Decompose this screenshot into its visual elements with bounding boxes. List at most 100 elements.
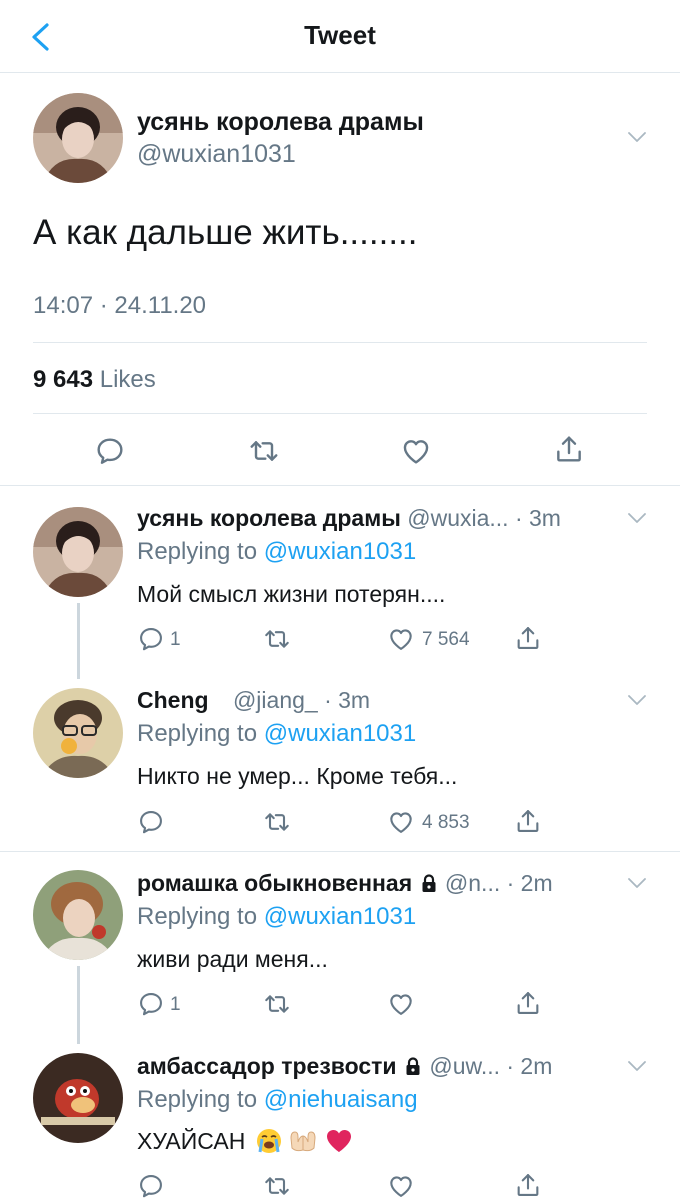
replying-to-link[interactable]: @wuxian1031 — [264, 538, 416, 565]
share-button[interactable] — [553, 432, 585, 466]
replying-to-link[interactable]: @wuxian1031 — [264, 720, 416, 747]
avatar[interactable] — [33, 1053, 123, 1143]
replying-to-link[interactable]: @niehuaisang — [264, 1086, 418, 1113]
share-icon — [514, 988, 542, 1018]
tweet-menu-button[interactable] — [625, 1054, 649, 1078]
like-button[interactable] — [400, 435, 432, 467]
reply-text-content: ХУАЙСАН — [137, 1128, 246, 1154]
main-tweet-divider — [0, 485, 680, 486]
replying-to: Replying to @wuxian1031 — [137, 903, 416, 931]
reply-count: 1 — [170, 994, 181, 1015]
reply-text: Мой смысл жизни потерян.... — [137, 581, 446, 607]
retweet-icon — [262, 1172, 292, 1200]
reply-button[interactable] — [137, 808, 165, 836]
reply-header[interactable]: амбассадор трезвости @uw... · 2m — [137, 1053, 552, 1082]
share-icon — [514, 806, 542, 836]
tweet-menu-button[interactable] — [625, 871, 649, 895]
share-button[interactable] — [514, 623, 542, 653]
share-button[interactable] — [514, 1170, 542, 1200]
thread-line — [77, 603, 80, 679]
replying-label: Replying to — [137, 1086, 258, 1113]
stats-divider-bottom — [33, 413, 647, 414]
replying-to: Replying to @niehuaisang — [137, 1086, 418, 1114]
reply-author-name: Cheng — [137, 687, 209, 713]
share-icon — [514, 1170, 542, 1200]
heart-icon — [387, 625, 415, 653]
heart-icon — [387, 1172, 415, 1200]
retweet-icon — [262, 808, 292, 836]
likes-count: 9 643 — [33, 366, 94, 393]
replying-to-link[interactable]: @wuxian1031 — [264, 903, 416, 930]
like-button[interactable] — [387, 808, 415, 836]
reply-text: Никто не умер... Кроме тебя... — [137, 763, 458, 789]
avatar[interactable] — [33, 688, 123, 778]
reply-icon — [137, 990, 165, 1018]
chevron-down-icon — [625, 506, 649, 530]
tweet-timestamp: 14:07 · 24.11.20 — [33, 292, 207, 319]
like-button[interactable] — [387, 990, 415, 1018]
heart-icon — [387, 808, 415, 836]
retweet-button[interactable] — [262, 808, 292, 836]
avatar[interactable] — [33, 507, 123, 597]
replying-to: Replying to @wuxian1031 — [137, 720, 416, 748]
lock-icon — [419, 872, 439, 899]
chevron-down-icon — [625, 1054, 649, 1078]
tweet-menu-button[interactable] — [625, 506, 649, 530]
reply-author-name: усянь королева драмы — [137, 505, 401, 531]
retweet-button[interactable] — [262, 625, 292, 653]
author-handle[interactable]: @wuxian1031 — [137, 140, 296, 169]
retweet-icon — [262, 625, 292, 653]
retweet-button[interactable] — [262, 1172, 292, 1200]
avatar-photo — [33, 1053, 123, 1143]
reply-button[interactable] — [137, 990, 165, 1018]
reply-count: 1 — [170, 629, 181, 650]
likes-stat[interactable]: 9 643 Likes — [33, 366, 156, 394]
avatar[interactable] — [33, 93, 123, 183]
share-icon — [553, 432, 585, 466]
retweet-icon — [247, 435, 281, 467]
tweet-menu-button[interactable] — [625, 688, 649, 712]
reply-header[interactable]: Cheng @jiang_ · 3m — [137, 687, 370, 714]
tweet-menu-button[interactable] — [625, 125, 649, 149]
thread-line — [77, 966, 80, 1044]
replying-label: Replying to — [137, 538, 258, 565]
like-button[interactable] — [387, 1172, 415, 1200]
replying-label: Replying to — [137, 720, 258, 747]
chevron-down-icon — [625, 125, 649, 149]
reply-icon — [137, 625, 165, 653]
reply-text: живи ради меня... — [137, 946, 328, 972]
avatar-photo — [33, 93, 123, 183]
reply-button[interactable] — [94, 435, 126, 467]
like-count: 4 853 — [422, 812, 470, 833]
retweet-icon — [262, 990, 292, 1018]
chevron-down-icon — [625, 871, 649, 895]
header-divider — [0, 72, 680, 73]
reply-button[interactable] — [137, 1172, 165, 1200]
page-title: Tweet — [304, 20, 376, 50]
retweet-button[interactable] — [247, 435, 281, 467]
reply-icon — [137, 808, 165, 836]
author-name[interactable]: усянь королева драмы — [137, 108, 424, 137]
reply-handle-time: @wuxia... · 3m — [407, 505, 561, 531]
reply-icon — [94, 435, 126, 467]
reply-author-name: амбассадор трезвости — [137, 1053, 397, 1079]
reply-header[interactable]: усянь королева драмы @wuxia... · 3m — [137, 505, 561, 532]
reply-handle-time: @n... · 2m — [444, 870, 553, 896]
share-button[interactable] — [514, 988, 542, 1018]
replying-label: Replying to — [137, 903, 258, 930]
share-icon — [514, 623, 542, 653]
crying-face-emoji — [256, 1128, 282, 1160]
lock-icon — [403, 1055, 423, 1082]
reply-button[interactable] — [137, 625, 165, 653]
like-button[interactable] — [387, 625, 415, 653]
retweet-button[interactable] — [262, 990, 292, 1018]
avatar[interactable] — [33, 870, 123, 960]
avatar-photo — [33, 688, 123, 778]
likes-label: Likes — [99, 366, 156, 393]
avatar-photo — [33, 870, 123, 960]
reply-header[interactable]: ромашка обыкновенная @n... · 2m — [137, 870, 553, 899]
replying-to: Replying to @wuxian1031 — [137, 538, 416, 566]
heart-icon — [387, 990, 415, 1018]
share-button[interactable] — [514, 806, 542, 836]
heart-icon — [400, 435, 432, 467]
